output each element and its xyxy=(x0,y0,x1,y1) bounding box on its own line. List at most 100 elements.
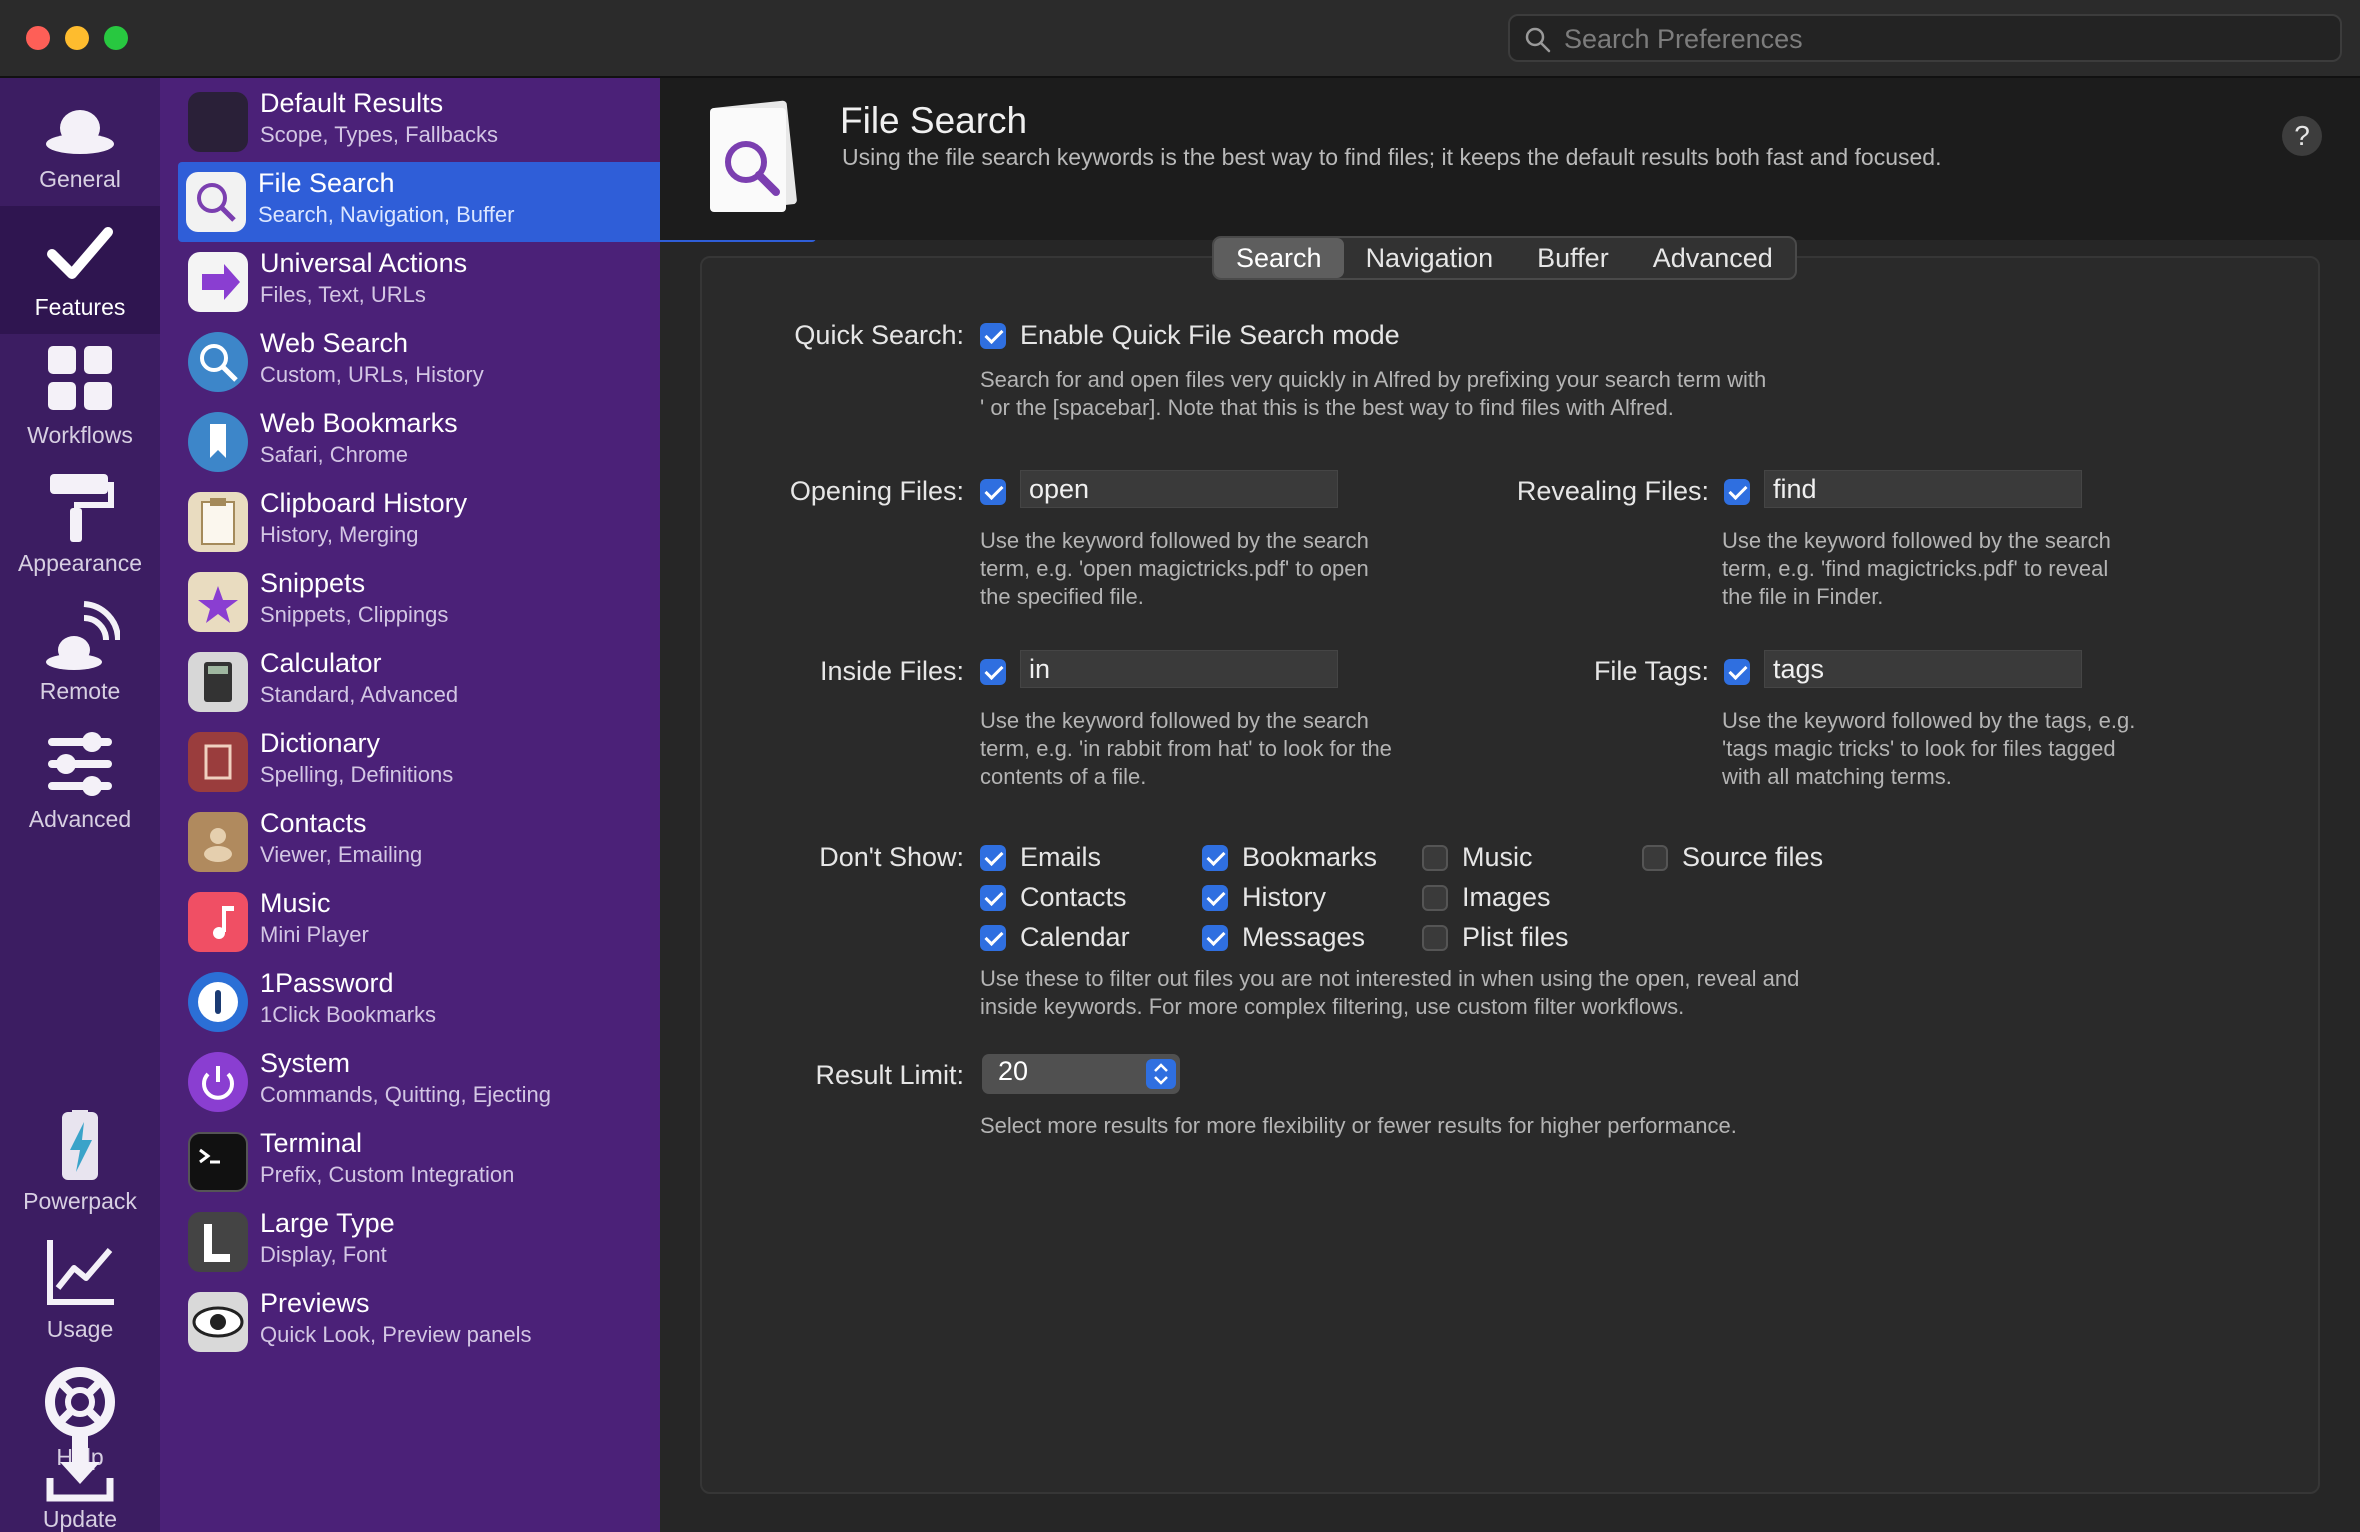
opening-files-checkbox[interactable] xyxy=(980,479,1006,505)
dont-show-bookmarks-checkbox[interactable] xyxy=(1202,845,1228,871)
zoom-window-button[interactable] xyxy=(104,26,128,50)
rail-item-appearance[interactable]: Appearance xyxy=(0,462,160,590)
feature-title: File Search xyxy=(258,168,395,198)
quick-search-label: Quick Search: xyxy=(794,320,964,350)
terminal-icon xyxy=(188,1132,248,1192)
feature-subtitle: Search, Navigation, Buffer xyxy=(258,202,515,227)
inside-files-description-1: Use the keyword followed by the search xyxy=(980,708,1369,733)
feature-title: Web Search xyxy=(260,328,409,358)
revealing-files-description-1: Use the keyword followed by the search xyxy=(1722,528,2111,553)
rail-label: Usage xyxy=(46,1316,114,1342)
feature-title: 1Password xyxy=(260,968,394,998)
checkmark-icon xyxy=(47,227,113,279)
help-button[interactable]: ? xyxy=(2282,116,2322,156)
page-subtitle: Using the file search keywords is the be… xyxy=(842,144,1942,170)
up-down-arrows-icon xyxy=(1146,1059,1176,1089)
settings-panel xyxy=(700,256,2320,1494)
battery-bolt-icon xyxy=(62,1110,98,1180)
search-preferences-input[interactable] xyxy=(1562,22,2326,56)
feature-subtitle: Display, Font xyxy=(260,1242,387,1267)
tab-advanced[interactable]: Advanced xyxy=(1631,238,1795,278)
file-tags-checkbox[interactable] xyxy=(1724,659,1750,685)
globe-bookmark-icon xyxy=(188,412,248,472)
rail-item-general[interactable]: General xyxy=(0,78,160,206)
dont-show-images-label[interactable]: Images xyxy=(1462,882,1551,913)
inside-files-keyword-field[interactable]: in xyxy=(1020,650,1338,688)
dont-show-messages-checkbox[interactable] xyxy=(1202,925,1228,951)
rail-item-remote[interactable]: Remote xyxy=(0,590,160,718)
dont-show-contacts-checkbox[interactable] xyxy=(980,885,1006,911)
rail-label: Update xyxy=(42,1506,118,1532)
dont-show-images-checkbox[interactable] xyxy=(1422,885,1448,911)
file-search-document-icon xyxy=(710,100,797,212)
dont-show-history-label[interactable]: History xyxy=(1242,882,1326,913)
rail-label: Workflows xyxy=(27,422,133,448)
rail-item-usage[interactable]: Usage xyxy=(0,1228,160,1356)
magic-hat-icon xyxy=(188,92,248,152)
feature-subtitle: Viewer, Emailing xyxy=(260,842,423,867)
file-tags-keyword-field[interactable]: tags xyxy=(1764,650,2082,688)
rail-item-powerpack[interactable]: Powerpack xyxy=(0,1100,160,1228)
remote-signal-icon xyxy=(46,601,120,670)
quick-search-checkbox[interactable] xyxy=(980,323,1006,349)
rail-label: Powerpack xyxy=(23,1188,137,1214)
rail-item-workflows[interactable]: Workflows xyxy=(0,334,160,462)
dont-show-messages-label[interactable]: Messages xyxy=(1242,922,1365,953)
dont-show-source-files-label[interactable]: Source files xyxy=(1682,842,1823,873)
dont-show-plist-files-checkbox[interactable] xyxy=(1422,925,1448,951)
revealing-files-checkbox[interactable] xyxy=(1724,479,1750,505)
opening-files-keyword-field[interactable]: open xyxy=(1020,470,1338,508)
dont-show-calendar-checkbox[interactable] xyxy=(980,925,1006,951)
feature-title: Dictionary xyxy=(260,728,381,758)
result-limit-select[interactable]: 20 xyxy=(982,1054,1180,1094)
rail-label: Advanced xyxy=(28,806,132,832)
dont-show-music-label[interactable]: Music xyxy=(1462,842,1533,873)
dont-show-music-checkbox[interactable] xyxy=(1422,845,1448,871)
tab-buffer[interactable]: Buffer xyxy=(1515,238,1631,278)
rail-item-features[interactable]: Features xyxy=(0,206,160,334)
dont-show-label: Don't Show: xyxy=(819,842,964,872)
tab-search[interactable]: Search xyxy=(1214,238,1344,278)
dont-show-contacts-label[interactable]: Contacts xyxy=(1020,882,1127,913)
quick-search-description-2: ' or the [spacebar]. Note that this is t… xyxy=(980,395,1674,420)
close-window-button[interactable] xyxy=(26,26,50,50)
music-note-icon xyxy=(188,892,248,952)
tab-bar: Search Navigation Buffer Advanced xyxy=(1212,236,1797,280)
dont-show-emails-label[interactable]: Emails xyxy=(1020,842,1101,873)
dont-show-calendar-label[interactable]: Calendar xyxy=(1020,922,1130,953)
feature-subtitle: Spelling, Definitions xyxy=(260,762,454,787)
tab-navigation[interactable]: Navigation xyxy=(1344,238,1516,278)
feature-subtitle: Scope, Types, Fallbacks xyxy=(260,122,499,147)
dont-show-bookmarks-label[interactable]: Bookmarks xyxy=(1242,842,1377,873)
revealing-files-keyword-field[interactable]: find xyxy=(1764,470,2082,508)
file-tags-label: File Tags: xyxy=(1593,656,1709,686)
feature-subtitle: Commands, Quitting, Ejecting xyxy=(260,1082,552,1107)
rail-label: General xyxy=(39,166,121,192)
dont-show-history-checkbox[interactable] xyxy=(1202,885,1228,911)
grid-icon xyxy=(48,346,112,410)
dictionary-book-icon xyxy=(188,732,248,792)
rail-item-update[interactable]: Update xyxy=(0,1434,160,1532)
dont-show-description-2: inside keywords. For more complex filter… xyxy=(980,994,1685,1019)
search-preferences-box[interactable] xyxy=(1508,14,2342,62)
cloud-hat-icon xyxy=(46,110,114,154)
clipboard-icon xyxy=(188,492,248,552)
file-search-icon xyxy=(186,172,246,232)
rail-label: Remote xyxy=(39,678,121,704)
feature-subtitle: Mini Player xyxy=(260,922,369,947)
1password-icon xyxy=(188,972,248,1032)
quick-search-checkbox-label[interactable]: Enable Quick File Search mode xyxy=(1020,320,1400,351)
feature-title: Calculator xyxy=(260,648,382,678)
snippet-star-icon xyxy=(188,572,248,632)
dont-show-plist-files-label[interactable]: Plist files xyxy=(1462,922,1569,953)
result-limit-label: Result Limit: xyxy=(815,1060,964,1090)
minimize-window-button[interactable] xyxy=(65,26,89,50)
inside-files-checkbox[interactable] xyxy=(980,659,1006,685)
feature-title: Clipboard History xyxy=(260,488,468,518)
sliders-icon xyxy=(48,732,112,796)
feature-title: Default Results xyxy=(260,88,444,118)
rail-item-advanced[interactable]: Advanced xyxy=(0,718,160,846)
dont-show-emails-checkbox[interactable] xyxy=(980,845,1006,871)
feature-subtitle: History, Merging xyxy=(260,522,419,547)
dont-show-source-files-checkbox[interactable] xyxy=(1642,845,1668,871)
